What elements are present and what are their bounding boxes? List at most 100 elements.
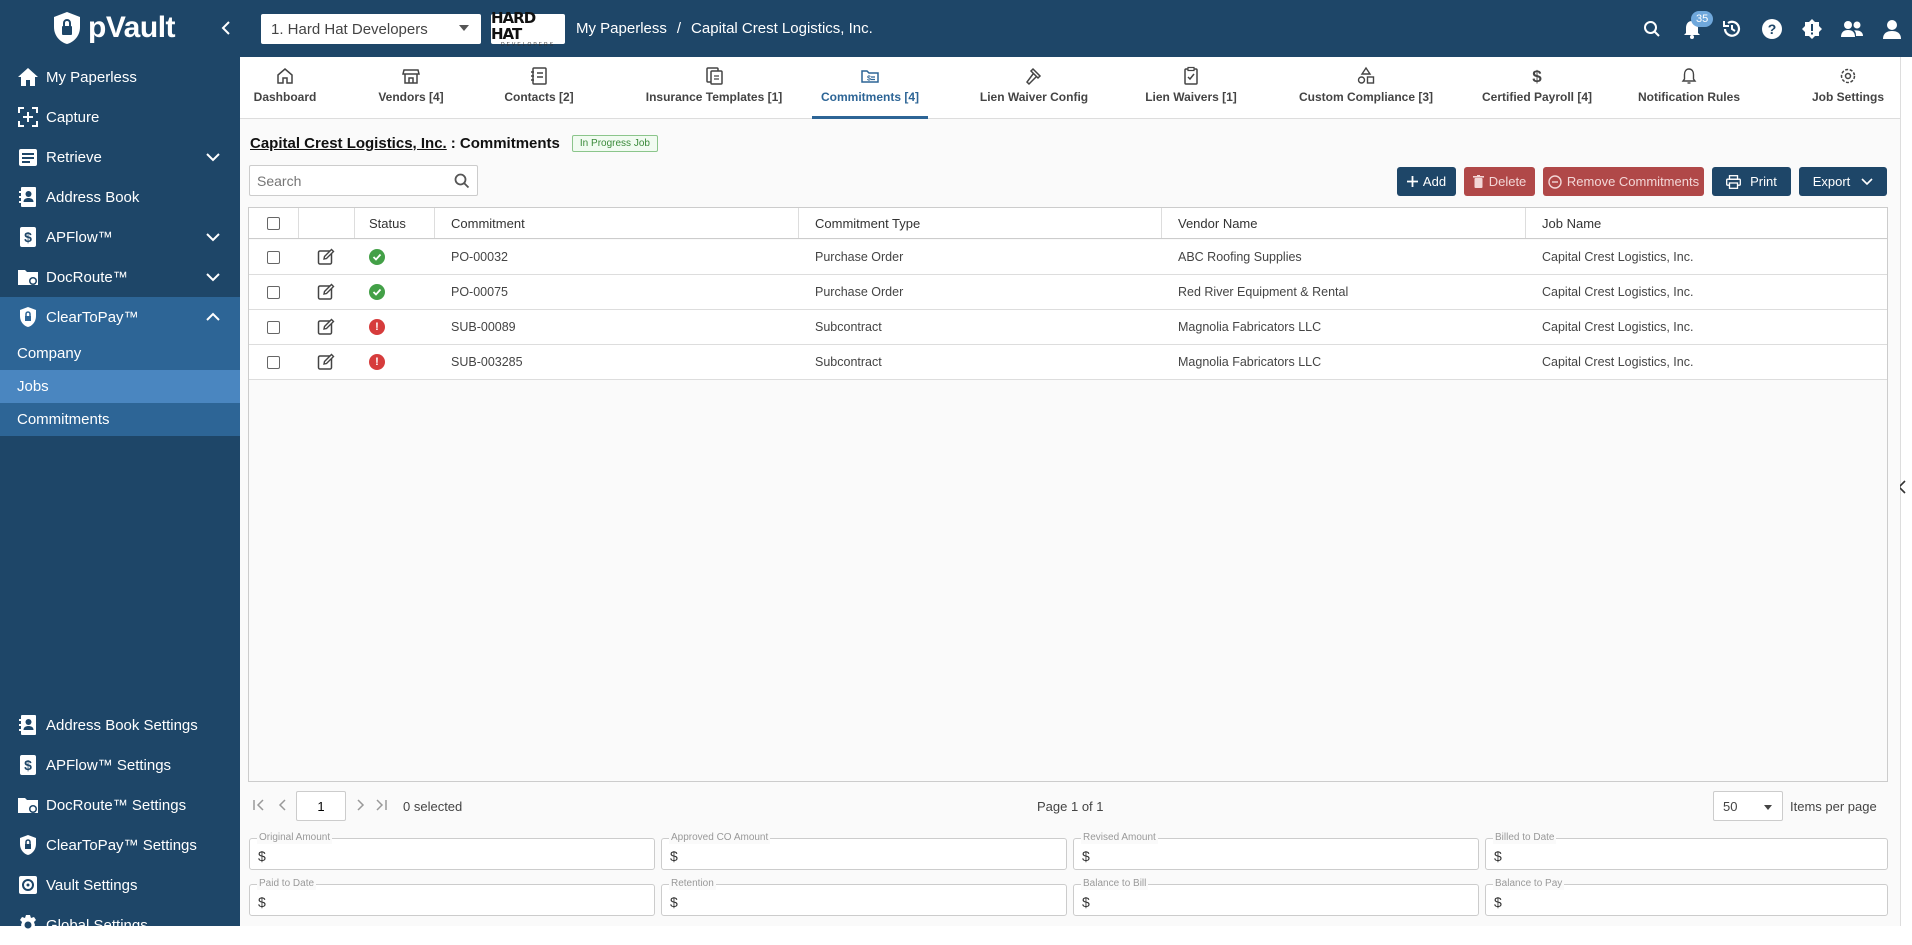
sidebar-item-vault-settings[interactable]: Vault Settings	[0, 865, 240, 905]
export-button[interactable]: Export	[1799, 167, 1887, 196]
collapse-sidebar-button[interactable]	[216, 18, 236, 38]
tab-dashboard[interactable]: Dashboard	[254, 57, 316, 119]
caret-down-icon	[459, 25, 469, 31]
sidebar-item-address-book[interactable]: Address Book	[0, 177, 240, 217]
delete-button[interactable]: Delete	[1464, 167, 1535, 196]
revised-amount-field[interactable]: Revised Amount $	[1073, 832, 1479, 870]
retrieve-icon	[16, 145, 40, 169]
pvault-logo[interactable]: pVault	[52, 11, 176, 45]
sidebar-subitem-commitments[interactable]: Commitments	[0, 403, 240, 436]
select-all-cell	[249, 208, 299, 238]
billed-to-date-field[interactable]: Billed to Date $	[1485, 832, 1888, 870]
previous-page-button[interactable]	[276, 798, 290, 812]
table-row[interactable]: PO-00075 Purchase Order Red River Equipmen…	[249, 275, 1887, 310]
tab-label: Notification Rules	[1637, 90, 1740, 104]
balance-to-pay-field[interactable]: Balance to Pay $	[1485, 878, 1888, 916]
status-error-icon: !	[369, 354, 385, 370]
account-button[interactable]	[1872, 9, 1912, 49]
column-header-vendor-name[interactable]: Vendor Name	[1162, 208, 1526, 238]
clipboard-check-icon	[1184, 66, 1198, 85]
row-job-name: Capital Crest Logistics, Inc.	[1542, 320, 1694, 334]
field-value: $	[670, 848, 678, 864]
print-button[interactable]: Print	[1712, 167, 1791, 196]
last-page-button[interactable]	[374, 798, 388, 812]
sidebar-item-retrieve[interactable]: Retrieve	[0, 137, 240, 177]
edit-icon[interactable]	[317, 248, 335, 266]
row-checkbox[interactable]	[267, 355, 280, 369]
row-vendor-name: Magnolia Fabricators LLC	[1178, 355, 1322, 369]
sidebar-item-apflow[interactable]: $ APFlow™	[0, 217, 240, 257]
sidebar-item-apflow-settings[interactable]: $ APFlow™ Settings	[0, 745, 240, 785]
alert-button[interactable]	[1792, 9, 1832, 49]
row-status-cell	[355, 240, 435, 274]
tab-certified-payroll[interactable]: $ Certified Payroll [4]	[1474, 57, 1600, 119]
table-row[interactable]: ! SUB-00089 Subcontract Magnolia Fabricator…	[249, 310, 1887, 345]
job-title-link[interactable]: Capital Crest Logistics, Inc.	[250, 135, 447, 152]
sidebar-item-address-book-settings[interactable]: Address Book Settings	[0, 705, 240, 745]
row-select-cell	[249, 240, 299, 274]
sidebar-item-docroute-settings[interactable]: DocRoute™ Settings	[0, 785, 240, 825]
row-checkbox[interactable]	[267, 285, 280, 299]
edit-icon[interactable]	[317, 283, 335, 301]
sidebar-item-docroute[interactable]: DocRoute™	[0, 257, 240, 297]
tab-notification-rules[interactable]: Notification Rules	[1633, 57, 1745, 119]
column-header-status[interactable]: Status	[355, 208, 435, 238]
field-value: $	[1494, 894, 1502, 910]
edit-column-header	[299, 208, 355, 238]
tab-lien-waiver-config[interactable]: Lien Waiver Config	[979, 57, 1089, 119]
edit-icon[interactable]	[317, 318, 335, 336]
search-button[interactable]	[1632, 9, 1672, 49]
sidebar-item-cleartopay[interactable]: ClearToPay™	[0, 297, 240, 337]
first-page-button[interactable]	[252, 798, 266, 812]
tab-custom-compliance[interactable]: Custom Compliance [3]	[1283, 57, 1449, 119]
row-commitment: SUB-003285	[451, 355, 523, 369]
tab-job-settings[interactable]: Job Settings	[1796, 57, 1900, 119]
next-page-button[interactable]	[353, 798, 367, 812]
sidebar-item-cleartopay-settings[interactable]: ClearToPay™ Settings	[0, 825, 240, 865]
tab-vendors[interactable]: Vendors [4]	[373, 57, 449, 119]
company-select-value: 1. Hard Hat Developers	[271, 20, 428, 38]
original-amount-field[interactable]: Original Amount $	[249, 832, 655, 870]
sidebar-subitem-company[interactable]: Company	[0, 337, 240, 370]
retention-field[interactable]: Retention $	[661, 878, 1067, 916]
search-icon[interactable]	[454, 173, 470, 189]
column-header-commitment[interactable]: Commitment	[435, 208, 799, 238]
add-button[interactable]: Add	[1397, 167, 1456, 196]
table-row[interactable]: ! SUB-003285 Subcontract Magnolia Fabricato…	[249, 345, 1887, 380]
minus-circle-icon	[1548, 174, 1562, 189]
column-header-commitment-type[interactable]: Commitment Type	[799, 208, 1162, 238]
field-label: Billed to Date	[1493, 832, 1557, 844]
notifications-button[interactable]: 35	[1672, 9, 1714, 49]
items-per-page-select[interactable]: 50	[1713, 791, 1783, 821]
table-row[interactable]: PO-00032 Purchase Order ABC Roofing Suppli…	[249, 240, 1887, 275]
remove-commitments-button[interactable]: Remove Commitments	[1543, 167, 1704, 196]
status-ok-icon	[369, 249, 385, 265]
users-button[interactable]	[1832, 9, 1872, 49]
sidebar-subitem-jobs[interactable]: Jobs	[0, 370, 240, 403]
row-checkbox[interactable]	[267, 320, 280, 334]
history-button[interactable]	[1712, 9, 1752, 49]
sidebar-item-my-paperless[interactable]: My Paperless	[0, 57, 240, 97]
tab-insurance-templates[interactable]: Insurance Templates [1]	[631, 57, 797, 119]
sidebar-item-capture[interactable]: Capture	[0, 97, 240, 137]
paid-to-date-field[interactable]: Paid to Date $	[249, 878, 655, 916]
select-all-checkbox[interactable]	[267, 216, 280, 230]
help-button[interactable]: ?	[1752, 9, 1792, 49]
sidebar-item-label: Capture	[46, 108, 100, 126]
company-select[interactable]: 1. Hard Hat Developers	[261, 14, 481, 44]
search-input[interactable]	[257, 172, 447, 189]
tab-label: Lien Waiver Config	[979, 90, 1089, 104]
row-checkbox[interactable]	[267, 250, 280, 264]
sidebar-item-global-settings[interactable]: Global Settings	[0, 905, 240, 945]
tab-lien-waivers[interactable]: Lien Waivers [1]	[1138, 57, 1244, 119]
column-header-job-name[interactable]: Job Name	[1526, 208, 1887, 238]
page-number-input[interactable]	[296, 791, 346, 821]
tab-contacts[interactable]: Contacts [2]	[501, 57, 577, 119]
approved-co-amount-field[interactable]: Approved CO Amount $	[661, 832, 1067, 870]
edit-icon[interactable]	[317, 353, 335, 371]
tab-commitments[interactable]: $ Commitments [4]	[812, 57, 928, 119]
chevron-down-icon	[206, 233, 220, 242]
row-status-cell	[355, 275, 435, 309]
balance-to-bill-field[interactable]: Balance to Bill $	[1073, 878, 1479, 916]
breadcrumb-home[interactable]: My Paperless	[576, 20, 667, 37]
